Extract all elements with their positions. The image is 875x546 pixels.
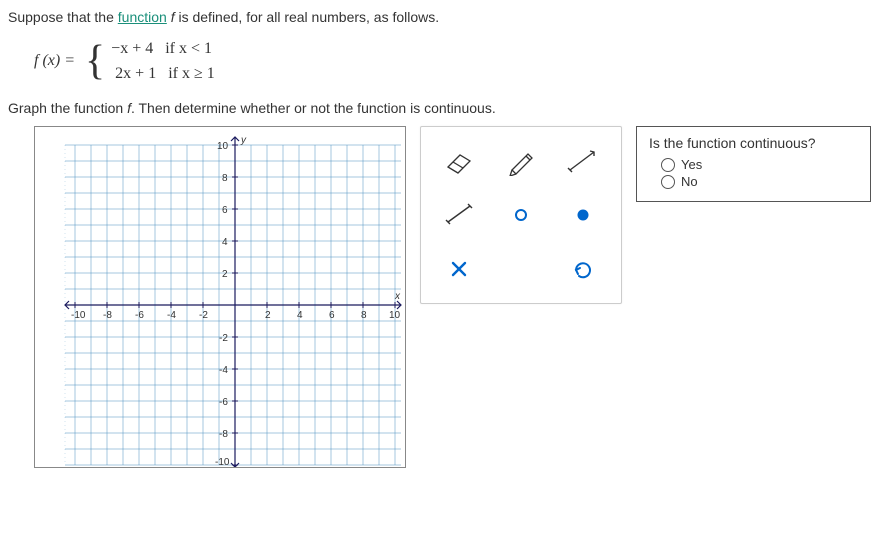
svg-text:-10: -10 — [215, 457, 230, 467]
radio-circle-icon — [661, 175, 675, 189]
ray-tool[interactable] — [555, 137, 611, 185]
svg-text:-4: -4 — [167, 310, 176, 321]
option-no[interactable]: No — [661, 174, 858, 189]
eraser-tool[interactable] — [431, 137, 487, 185]
svg-text:6: 6 — [329, 310, 335, 321]
instruction: Graph the function f. Then determine whe… — [8, 99, 867, 119]
option-yes[interactable]: Yes — [661, 157, 858, 172]
svg-text:6: 6 — [222, 205, 228, 216]
function-link[interactable]: function — [118, 9, 167, 25]
instruction-post: . Then determine whether or not the func… — [131, 100, 496, 116]
svg-text:10: 10 — [389, 310, 401, 321]
svg-text:8: 8 — [222, 173, 228, 184]
open-point-tool[interactable] — [493, 191, 549, 239]
intro-post: is defined, for all real numbers, as fol… — [175, 9, 440, 25]
option-no-label: No — [681, 174, 698, 189]
svg-text:-10: -10 — [71, 310, 86, 321]
graph-svg: -10 -8 -6 -4 -2 2 4 6 8 10 10 8 6 4 2 -2 -4 -6 -8… — [35, 127, 405, 467]
undo-tool[interactable] — [555, 245, 611, 293]
y-axis-label: y — [240, 135, 247, 146]
svg-text:-8: -8 — [103, 310, 112, 321]
svg-text:-2: -2 — [199, 310, 208, 321]
clear-tool[interactable] — [431, 245, 487, 293]
function-lhs: f (x) = — [34, 52, 75, 70]
svg-text:2: 2 — [222, 269, 228, 280]
piecewise-brace: { — [85, 40, 105, 82]
svg-text:-4: -4 — [219, 365, 228, 376]
segment-tool[interactable] — [431, 191, 487, 239]
case-1: −x + 4 if x < 1 — [107, 36, 215, 62]
drawing-toolbox — [420, 126, 622, 304]
function-definition: f (x) = { −x + 4 if x < 1 2x + 1 if x ≥ … — [34, 36, 871, 87]
option-yes-label: Yes — [681, 157, 702, 172]
continuity-question: Is the function continuous? — [649, 135, 858, 151]
svg-text:10: 10 — [217, 141, 229, 152]
svg-text:4: 4 — [222, 237, 228, 248]
case-2: 2x + 1 if x ≥ 1 — [107, 61, 215, 87]
intro-pre: Suppose that the — [8, 9, 118, 25]
graph-canvas[interactable]: -10 -8 -6 -4 -2 2 4 6 8 10 10 8 6 4 2 -2 -4 -6 -8… — [34, 126, 406, 468]
answer-panel: Is the function continuous? Yes No — [636, 126, 871, 202]
svg-text:-8: -8 — [219, 429, 228, 440]
svg-text:8: 8 — [361, 310, 367, 321]
instruction-pre: Graph the function — [8, 100, 127, 116]
svg-text:-6: -6 — [135, 310, 144, 321]
radio-circle-icon — [661, 158, 675, 172]
x-axis-label: x — [394, 291, 401, 302]
svg-text:-6: -6 — [219, 397, 228, 408]
svg-text:-2: -2 — [219, 333, 228, 344]
svg-text:4: 4 — [297, 310, 303, 321]
svg-text:2: 2 — [265, 310, 271, 321]
problem-intro: Suppose that the function f is defined, … — [8, 8, 867, 28]
closed-point-tool[interactable] — [555, 191, 611, 239]
pencil-tool[interactable] — [493, 137, 549, 185]
